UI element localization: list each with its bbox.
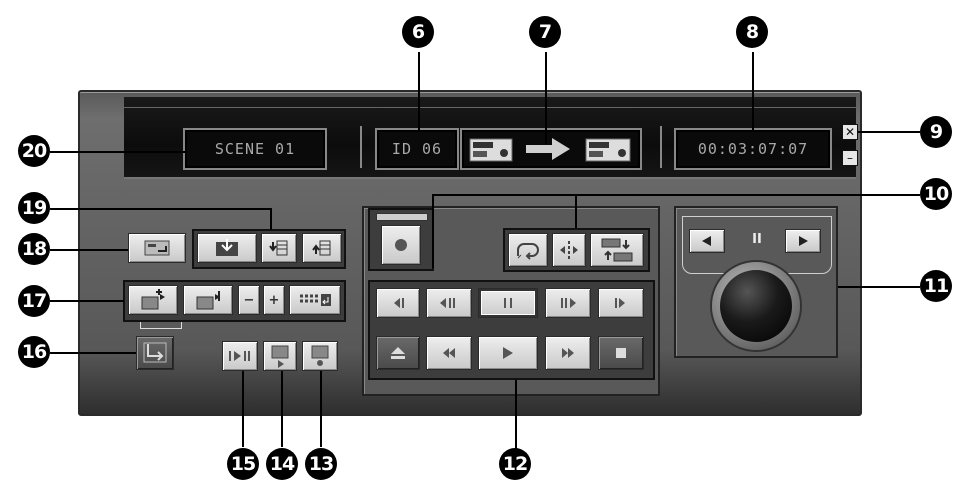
frame-forward-button[interactable] (545, 288, 591, 318)
step-play-icon (229, 351, 250, 361)
eject-icon (391, 347, 405, 359)
split-button[interactable] (552, 233, 586, 267)
insert-before-button[interactable] (261, 233, 297, 263)
monitor-record-icon (311, 345, 329, 366)
swap-scene-button[interactable] (590, 233, 644, 267)
decrement-button[interactable]: − (238, 285, 260, 315)
play-pause-step-button[interactable] (222, 341, 258, 371)
bracket (140, 322, 182, 329)
prev-edit-button[interactable] (376, 288, 420, 318)
repeat-icon (517, 243, 539, 260)
frame-back-icon (440, 298, 455, 308)
enter-icon (300, 294, 331, 306)
prev-edit-icon (394, 298, 404, 308)
fast-forward-button[interactable] (545, 336, 591, 370)
shuttle-reverse-button[interactable] (689, 229, 725, 253)
shuttle-forward-button[interactable] (785, 229, 821, 253)
scene-display: SCENE 01 (183, 128, 327, 170)
dubbing-display (460, 128, 642, 170)
dubbing-arrow-icon (526, 138, 570, 160)
rewind-button[interactable] (426, 336, 472, 370)
callout-19: 19 (18, 192, 50, 224)
id-display: ID 06 (375, 128, 459, 170)
arrow-right-icon (799, 236, 808, 246)
insert-after-button[interactable] (302, 233, 342, 263)
stop-icon (616, 348, 626, 358)
shuttle-pause-indicator: II (752, 232, 762, 247)
callout-16: 16 (18, 336, 50, 368)
eject-button[interactable] (376, 336, 420, 370)
callout-20: 20 (18, 135, 50, 167)
record-icon (395, 239, 407, 251)
pause-button[interactable] (478, 288, 538, 318)
mark-in-button[interactable] (128, 233, 186, 263)
minimize-button[interactable]: – (842, 150, 858, 166)
callout-15: 15 (227, 448, 259, 480)
monitor-play-button[interactable] (263, 341, 297, 371)
monitor-record-button[interactable] (302, 341, 338, 371)
callout-17: 17 (18, 285, 50, 317)
arrow-left-icon (702, 236, 711, 246)
callout-10: 10 (920, 178, 952, 210)
add-scene-button[interactable] (197, 233, 257, 263)
callout-14: 14 (266, 448, 298, 480)
destination-vcr-icon (585, 138, 631, 162)
increment-button[interactable]: + (263, 285, 285, 315)
insert-before-icon (269, 240, 288, 256)
callout-12: 12 (499, 448, 531, 480)
insert-after-icon (312, 240, 331, 256)
monitor-play-icon (271, 345, 289, 368)
mode-switch-button[interactable] (136, 336, 174, 370)
next-edit-button[interactable] (598, 288, 644, 318)
set-out-point-icon (196, 291, 220, 310)
play-icon (503, 347, 513, 359)
source-vcr-icon (469, 138, 513, 162)
callout-11: 11 (920, 270, 952, 302)
frame-back-button[interactable] (426, 288, 472, 318)
frame-forward-icon (561, 298, 576, 308)
return-icon (143, 342, 167, 363)
callout-9: 9 (920, 116, 952, 148)
callout-7: 7 (529, 16, 561, 48)
record-cover (376, 213, 428, 221)
callout-6: 6 (402, 16, 434, 48)
stop-button[interactable] (598, 336, 644, 370)
repeat-button[interactable] (508, 233, 548, 267)
separator (360, 126, 362, 168)
set-in-button[interactable] (128, 285, 178, 315)
record-button[interactable] (381, 225, 421, 265)
split-icon (560, 241, 578, 259)
add-scene-icon (216, 239, 238, 256)
slow-play-icon (615, 298, 625, 308)
set-out-button[interactable] (183, 285, 233, 315)
pause-icon (504, 298, 512, 308)
rewind-icon (443, 348, 455, 358)
jog-knob[interactable] (720, 270, 792, 342)
enter-button[interactable] (289, 285, 341, 315)
jog-dial[interactable] (712, 262, 800, 350)
swap-icon (601, 238, 633, 262)
separator (660, 126, 662, 168)
fast-forward-icon (562, 348, 574, 358)
set-in-point-icon (141, 289, 165, 310)
play-button[interactable] (478, 336, 538, 370)
timecode-display: 00:03:07:07 (674, 128, 832, 170)
close-button[interactable]: ✕ (842, 124, 858, 140)
callout-13: 13 (305, 448, 337, 480)
import-scene-icon (144, 240, 170, 256)
callout-8: 8 (736, 16, 768, 48)
callout-18: 18 (18, 233, 50, 265)
